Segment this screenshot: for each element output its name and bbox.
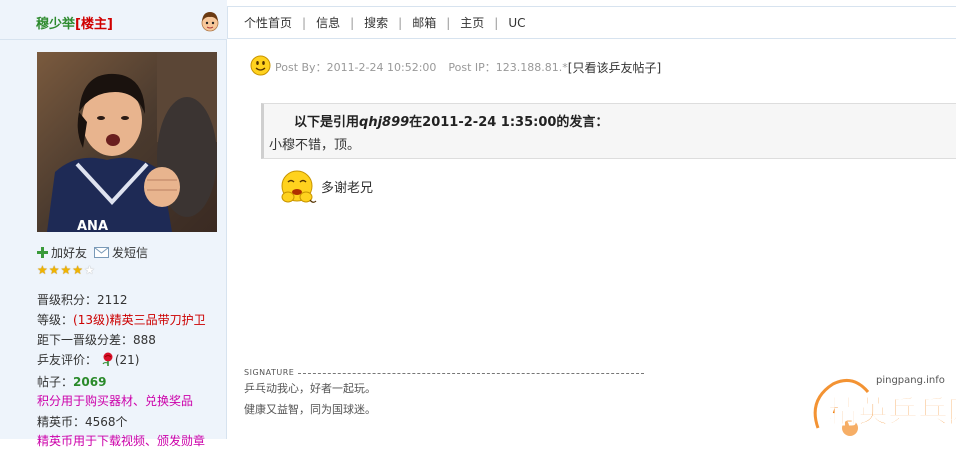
nav-item-3[interactable]: 邮箱 [412, 14, 436, 31]
post-by: Post By：2011-2-24 10:52:00 [275, 61, 437, 74]
user-nav-bar: 个性首页 | 信息 | 搜索 | 邮箱 | 主页 | UC [227, 6, 956, 39]
nav-item-0[interactable]: 个性首页 [244, 14, 292, 31]
only-this-user-link[interactable]: [只看该乒友帖子] [568, 59, 661, 76]
rose-icon [101, 352, 115, 369]
star-icon: ★ [37, 263, 48, 277]
signature-divider [298, 373, 644, 374]
user-avatar[interactable]: ANA [37, 52, 217, 232]
star-icon: ★ [84, 263, 95, 277]
thanks-emoji-icon [279, 166, 319, 209]
nav-separator: | [302, 15, 307, 30]
user-rank-stars: ★ ★ ★ ★ ★ [37, 264, 95, 276]
nav-separator: | [398, 15, 403, 30]
nav-separator: | [350, 15, 355, 30]
add-friend-link[interactable]: 加好友 [37, 244, 87, 261]
post-meta: Post By：2011-2-24 10:52:00 Post IP：123.1… [250, 55, 661, 79]
star-icon: ★ [48, 263, 60, 277]
quote-header: 以下是引用qhj899在2011-2-24 1:35:00的发言： [294, 115, 609, 130]
signature-line-1: 乒乓动我心，好者一起玩。 [244, 382, 376, 395]
nav-item-4[interactable]: 主页 [460, 14, 484, 31]
quote-block: 以下是引用qhj899在2011-2-24 1:35:00的发言： 小穆不错，顶… [261, 103, 956, 159]
coins-usage-note[interactable]: 精英币用于下载视频、颁发勋章 [37, 432, 205, 449]
star-icon: ★ [72, 263, 84, 277]
user-rating: 乒友评价： (21) [37, 352, 140, 369]
username[interactable]: 穆少举[楼主] [36, 13, 113, 32]
elite-coins: 精英币：4568个 [37, 415, 128, 429]
nav-item-5[interactable]: UC [508, 16, 525, 30]
reply-text: 多谢老兄 [321, 181, 374, 196]
user-level: 等级：(13级)精英三品带刀护卫 [37, 313, 206, 327]
plus-icon [37, 247, 48, 258]
watermark-brand: 精英乒乓网 [828, 395, 956, 430]
points-usage-note[interactable]: 积分用于购买器材、兑换奖品 [37, 392, 193, 409]
nav-separator: | [446, 15, 451, 30]
smiley-icon [250, 55, 271, 79]
user-sidebar: 穆少举[楼主] ANA 加好友 发短信 ★ ★ ★ ★ ★ 晋级积分：2112 … [0, 0, 227, 448]
level-points: 晋级积分：2112 [37, 293, 128, 307]
thread-starter-badge: [楼主] [75, 17, 113, 32]
quote-user[interactable]: qhj899 [359, 115, 409, 130]
send-message-link[interactable]: 发短信 [94, 244, 148, 261]
quote-body: 小穆不错，顶。 [269, 138, 361, 153]
nav-separator: | [494, 15, 499, 30]
star-icon: ★ [60, 263, 72, 277]
svg-text:ANA: ANA [77, 219, 108, 232]
user-face-icon[interactable] [199, 10, 221, 32]
nav-item-1[interactable]: 信息 [316, 14, 340, 31]
signature-label: SIGNATURE [244, 368, 295, 377]
site-watermark-logo: pingpang.info 精英乒乓网 [808, 370, 956, 439]
watermark-domain: pingpang.info [876, 375, 945, 386]
next-level-gap: 距下一晋级分差：888 [37, 333, 156, 347]
nav-item-2[interactable]: 搜索 [364, 14, 388, 31]
envelope-icon [94, 247, 109, 258]
signature-line-2: 健康又益智，同为国球迷。 [244, 403, 376, 416]
user-header: 穆少举[楼主] [0, 0, 227, 40]
post-count: 帖子：2069 [37, 375, 107, 389]
post-ip: Post IP：123.188.81.* [448, 61, 568, 74]
